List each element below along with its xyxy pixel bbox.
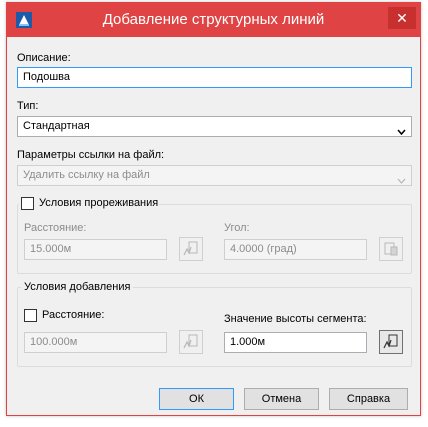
supplementing-distance-checkbox[interactable] [24,309,37,322]
pick-supplement-distance-icon [183,334,198,349]
angle-input[interactable]: 4.0000 (град) [224,239,367,260]
segment-height-label: Значение высоты сегмента: [224,313,367,325]
pick-segment-height-icon [383,334,398,349]
supplementing-group-label: Условия добавления [21,280,134,295]
close-button[interactable]: ✕ [388,7,416,29]
close-icon: ✕ [396,10,408,26]
title-bar[interactable]: Добавление структурных линий ✕ [7,3,420,37]
angle-label: Угол: [224,222,250,234]
weeding-distance-label: Расстояние: [24,222,87,234]
type-select[interactable]: Стандартная [17,116,412,137]
pick-angle-button[interactable] [379,237,403,261]
cancel-button[interactable]: Отмена [244,388,319,410]
file-link-label: Параметры ссылки на файл: [17,149,165,161]
help-button[interactable]: Справка [329,388,408,410]
chevron-down-icon [397,123,406,136]
pick-angle-icon [384,242,398,256]
segment-height-input[interactable]: 1.000м [224,332,367,353]
pick-distance-button[interactable] [179,237,203,261]
type-label: Тип: [17,100,39,112]
dialog-window: Добавление структурных линий ✕ Описание:… [6,2,421,416]
description-input[interactable]: Подошва [17,67,412,88]
pick-segment-height-button[interactable] [379,330,403,354]
window-title: Добавление структурных линий [102,11,325,28]
weeding-label: Условия прореживания [39,197,159,209]
pick-supplement-distance-button[interactable] [179,330,203,354]
pick-distance-icon [183,241,198,256]
supplementing-distance-input[interactable]: 100.000м [24,332,167,353]
weeding-checkbox-box[interactable] [21,197,34,210]
weeding-distance-input[interactable]: 15.000м [24,239,167,260]
chevron-down-icon [397,172,406,184]
file-link-select[interactable]: Удалить ссылку на файл [17,165,412,186]
description-label: Описание: [17,52,71,64]
file-link-select-value: Удалить ссылку на файл [23,169,150,181]
ok-button[interactable]: ОК [159,388,234,410]
supplementing-group [17,287,412,367]
supplementing-distance-label: Расстояние: [42,309,105,321]
type-select-value: Стандартная [23,120,90,132]
